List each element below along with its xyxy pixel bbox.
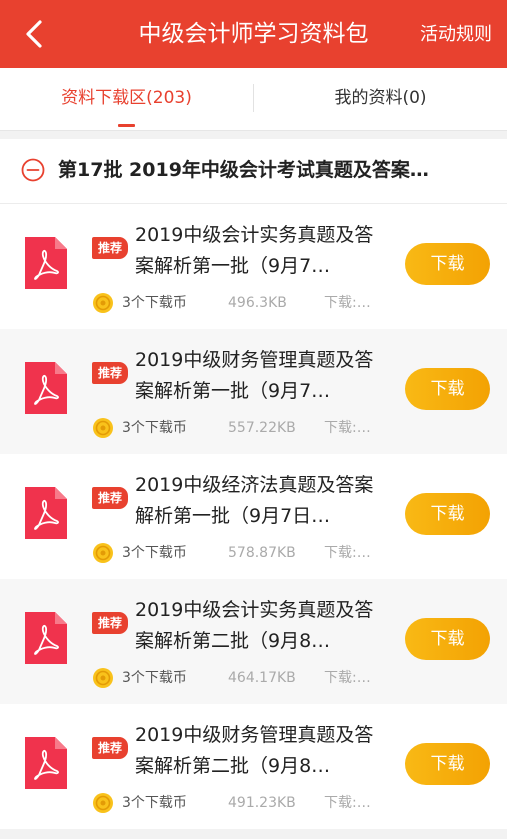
pdf-file-icon: [25, 737, 67, 789]
pdf-file-icon: [25, 487, 67, 539]
coin-icon: [93, 668, 113, 688]
pdf-file-icon: [25, 362, 67, 414]
item-title: 2019中级会计实务真题及答案解析第一批（9月7…: [135, 224, 374, 277]
coin-icon: [93, 418, 113, 438]
chevron-left-icon[interactable]: [22, 18, 48, 50]
item-title: 2019中级会计实务真题及答案解析第二批（9月8…: [135, 599, 374, 652]
item-meta: 3个下载币 557.22KB 下载:…: [92, 417, 392, 439]
file-size: 578.87KB: [228, 545, 296, 561]
list-item[interactable]: 推荐 2019中级会计实务真题及答案解析第二批（9月8… 3个下载币 464.1…: [0, 579, 507, 704]
download-cost: 3个下载币: [122, 670, 187, 686]
download-button[interactable]: 下载: [405, 493, 490, 535]
list-item[interactable]: 推荐 2019中级财务管理真题及答案解析第二批（9月8… 3个下载币 491.2…: [0, 704, 507, 829]
download-count: 下载:…: [324, 295, 371, 311]
item-meta: 3个下载币 464.17KB 下载:…: [92, 667, 392, 689]
item-title: 2019中级财务管理真题及答案解析第二批（9月8…: [135, 724, 374, 777]
pdf-file-icon: [25, 237, 67, 289]
download-count: 下载:…: [324, 670, 371, 686]
active-tab-indicator: [118, 124, 135, 127]
recommend-badge: 推荐: [92, 237, 128, 259]
batch-title: 第17批 2019年中级会计考试真题及答案…: [58, 159, 429, 181]
activity-rules-link[interactable]: 活动规则: [420, 22, 492, 48]
app-header: 中级会计师学习资料包 活动规则: [0, 0, 507, 68]
item-meta: 3个下载币 496.3KB 下载:…: [92, 292, 392, 314]
item-meta: 3个下载币 578.87KB 下载:…: [92, 542, 392, 564]
file-size: 557.22KB: [228, 420, 296, 436]
download-cost: 3个下载币: [122, 420, 187, 436]
tab-download-area[interactable]: 资料下载区(203): [0, 68, 253, 130]
coin-icon: [93, 543, 113, 563]
download-count: 下载:…: [324, 545, 371, 561]
download-button[interactable]: 下载: [405, 618, 490, 660]
recommend-badge: 推荐: [92, 737, 128, 759]
recommend-badge: 推荐: [92, 362, 128, 384]
recommend-badge: 推荐: [92, 487, 128, 509]
item-title: 2019中级经济法真题及答案解析第一批（9月7日…: [135, 474, 374, 527]
minus-circle-icon[interactable]: [21, 158, 45, 182]
file-size: 491.23KB: [228, 795, 296, 811]
item-title: 2019中级财务管理真题及答案解析第一批（9月7…: [135, 349, 374, 402]
file-size: 464.17KB: [228, 670, 296, 686]
download-button[interactable]: 下载: [405, 743, 490, 785]
download-cost: 3个下载币: [122, 545, 187, 561]
download-button[interactable]: 下载: [405, 368, 490, 410]
item-meta: 3个下载币 491.23KB 下载:…: [92, 792, 392, 814]
material-list: 推荐 2019中级会计实务真题及答案解析第一批（9月7… 3个下载币 496.3…: [0, 204, 507, 829]
recommend-badge: 推荐: [92, 612, 128, 634]
list-item[interactable]: 推荐 2019中级财务管理真题及答案解析第一批（9月7… 3个下载币 557.2…: [0, 329, 507, 454]
file-size: 496.3KB: [228, 295, 287, 311]
list-item[interactable]: 推荐 2019中级经济法真题及答案解析第一批（9月7日… 3个下载币 578.8…: [0, 454, 507, 579]
download-button[interactable]: 下载: [405, 243, 490, 285]
pdf-file-icon: [25, 612, 67, 664]
batch-header[interactable]: 第17批 2019年中级会计考试真题及答案…: [0, 139, 507, 204]
coin-icon: [93, 293, 113, 313]
tab-my-materials[interactable]: 我的资料(0): [254, 68, 507, 130]
download-count: 下载:…: [324, 795, 371, 811]
tab-bar: 资料下载区(203) 我的资料(0): [0, 68, 507, 131]
download-count: 下载:…: [324, 420, 371, 436]
download-cost: 3个下载币: [122, 295, 187, 311]
coin-icon: [93, 793, 113, 813]
list-item[interactable]: 推荐 2019中级会计实务真题及答案解析第一批（9月7… 3个下载币 496.3…: [0, 204, 507, 329]
download-cost: 3个下载币: [122, 795, 187, 811]
